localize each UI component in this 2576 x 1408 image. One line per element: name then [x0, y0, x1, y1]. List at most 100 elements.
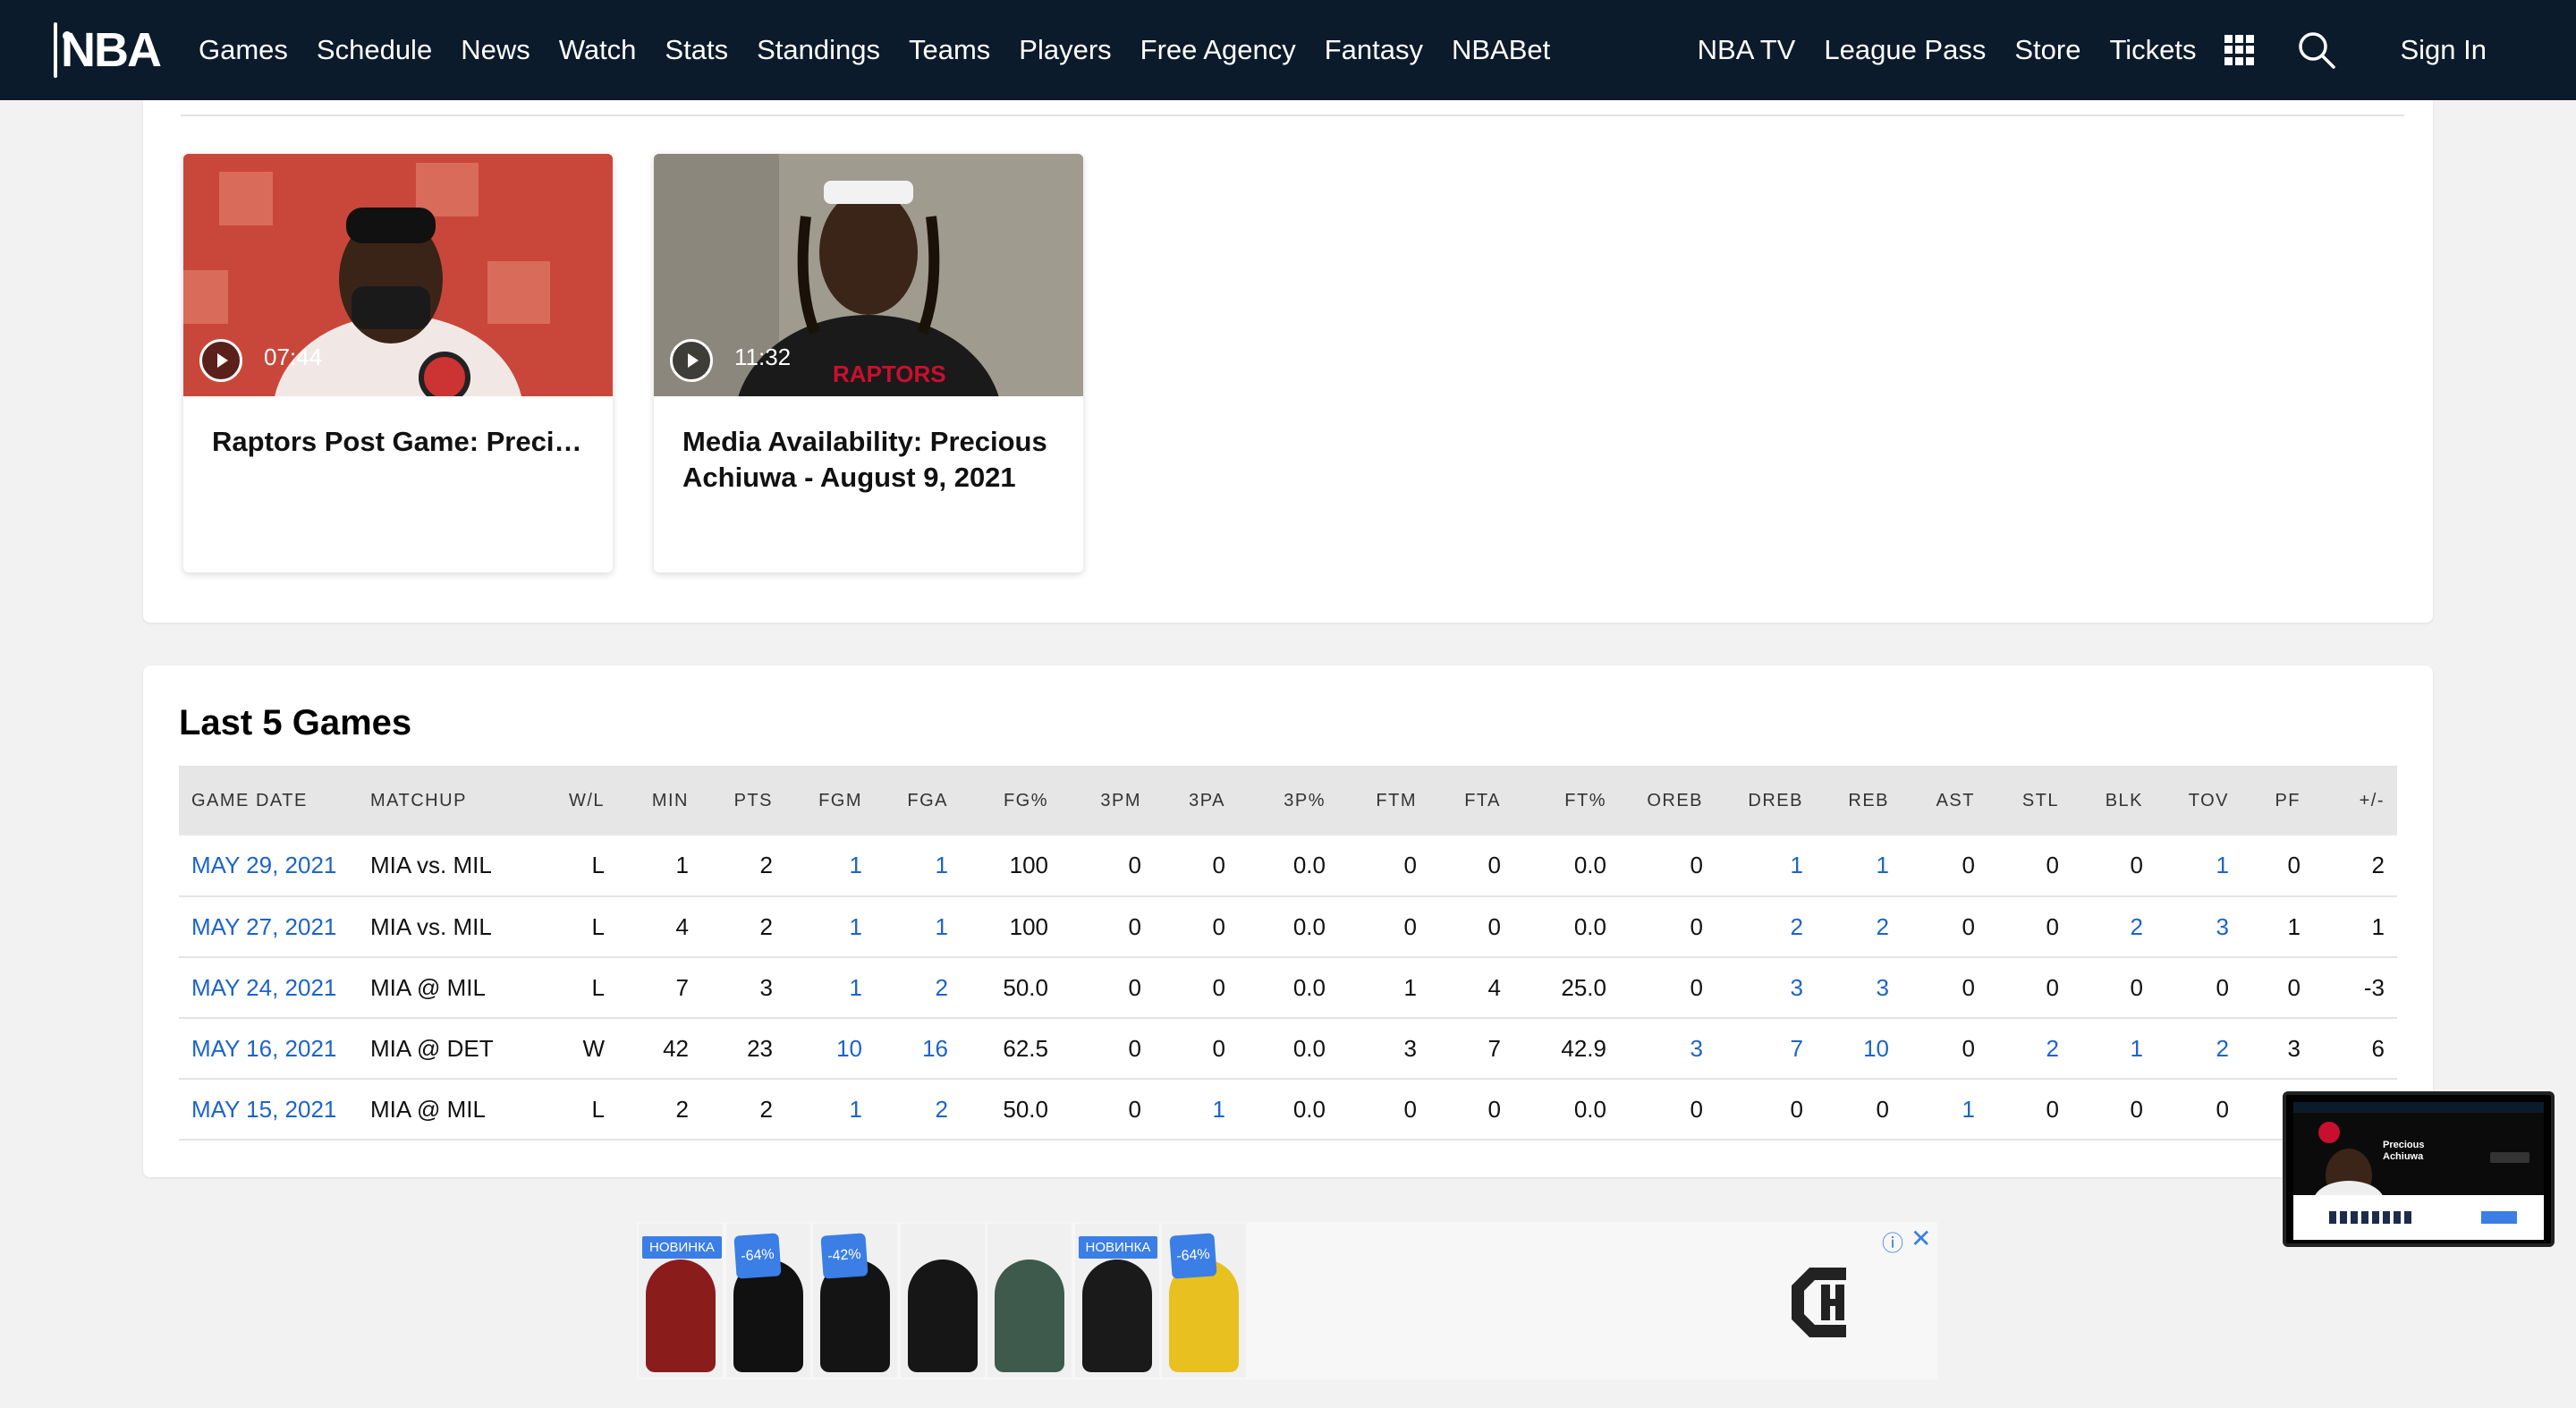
nav-tickets[interactable]: Tickets — [2109, 34, 2196, 66]
column-header[interactable]: AST — [1902, 766, 1987, 835]
game-date-link[interactable]: MAY 16, 2021 — [179, 1018, 358, 1080]
stat-cell[interactable]: 1 — [875, 835, 961, 897]
stat-cell[interactable]: 16 — [875, 1018, 961, 1080]
game-date-link[interactable]: MAY 15, 2021 — [179, 1079, 358, 1141]
stat-cell[interactable]: 1 — [1902, 1079, 1987, 1141]
stat-cell[interactable]: 1 — [785, 896, 875, 958]
column-header[interactable]: FTA — [1429, 766, 1513, 835]
stat-cell[interactable]: 7 — [1716, 1018, 1816, 1080]
video-title[interactable]: Raptors Post Game: Precious Achiuwa - Au… — [212, 424, 588, 460]
column-header[interactable]: 3PA — [1154, 766, 1238, 835]
nav-store[interactable]: Store — [2014, 34, 2080, 66]
sign-in-link[interactable]: Sign In — [2400, 34, 2487, 66]
column-header[interactable]: FGA — [875, 766, 961, 835]
ad-product-item[interactable]: НОВИНКА — [1074, 1224, 1159, 1378]
stat-cell: 0 — [1154, 896, 1238, 958]
stat-cell[interactable]: 1 — [1154, 1079, 1238, 1141]
brand-logo-icon[interactable] — [1782, 1258, 1871, 1347]
column-header[interactable]: 3P% — [1238, 766, 1338, 835]
ad-info-icon[interactable]: ⓘ — [1882, 1226, 1903, 1257]
nba-logo[interactable]: NBA — [54, 21, 162, 79]
stat-cell[interactable]: 1 — [1816, 835, 1902, 897]
nav-standings[interactable]: Standings — [757, 34, 880, 66]
stat-cell[interactable]: 1 — [785, 1079, 875, 1141]
nav-news[interactable]: News — [461, 34, 530, 66]
column-header[interactable]: DREB — [1716, 766, 1816, 835]
stat-cell: 0 — [1338, 1079, 1429, 1141]
apps-grid-icon[interactable] — [2224, 35, 2255, 65]
stat-cell[interactable]: 3 — [2156, 896, 2241, 958]
nav-fantasy[interactable]: Fantasy — [1325, 34, 1423, 66]
stat-cell[interactable]: 2 — [875, 1079, 961, 1141]
column-header[interactable]: PTS — [701, 766, 785, 835]
stat-cell[interactable]: 1 — [875, 896, 961, 958]
video-thumbnail[interactable]: RAPTORS 11:32 — [654, 154, 1083, 396]
column-header[interactable]: FG% — [961, 766, 1061, 835]
nav-players[interactable]: Players — [1019, 34, 1111, 66]
stat-cell[interactable]: 2 — [2072, 896, 2156, 958]
stat-cell[interactable]: 2 — [1816, 896, 1902, 958]
ad-product-item[interactable] — [987, 1224, 1072, 1378]
video-thumbnail[interactable]: 07:44 — [183, 154, 613, 396]
column-header[interactable]: +/- — [2313, 766, 2397, 835]
video-card[interactable]: 07:44 Raptors Post Game: Precious Achiuw… — [183, 154, 613, 573]
stat-cell: 0.0 — [1238, 1018, 1338, 1080]
search-icon[interactable] — [2296, 30, 2337, 71]
nav-teams[interactable]: Teams — [909, 34, 990, 66]
column-header[interactable]: BLK — [2072, 766, 2156, 835]
column-header[interactable]: OREB — [1619, 766, 1716, 835]
stat-cell: 0.0 — [1513, 896, 1619, 958]
column-header[interactable]: FGM — [785, 766, 875, 835]
stat-cell[interactable]: 1 — [2156, 835, 2241, 897]
column-header[interactable]: TOV — [2156, 766, 2241, 835]
mini-video-player[interactable]: Precious Achiuwa — [2283, 1091, 2555, 1247]
nav-free-agency[interactable]: Free Agency — [1140, 34, 1296, 66]
stat-cell[interactable]: 1 — [1716, 835, 1816, 897]
play-icon[interactable] — [670, 339, 713, 382]
stat-cell[interactable]: 2 — [2156, 1018, 2241, 1080]
column-header[interactable]: PF — [2241, 766, 2313, 835]
stat-cell[interactable]: 1 — [2072, 1018, 2156, 1080]
play-icon[interactable] — [199, 339, 242, 382]
column-header[interactable]: FTM — [1338, 766, 1429, 835]
nav-games[interactable]: Games — [199, 34, 288, 66]
nav-watch[interactable]: Watch — [559, 34, 637, 66]
video-card[interactable]: RAPTORS 11:32 Media Availability: Precio… — [654, 154, 1083, 573]
matchup-cell: MIA vs. MIL — [358, 896, 555, 958]
video-title[interactable]: Media Availability: Precious Achiuwa - A… — [682, 424, 1058, 496]
game-date-link[interactable]: MAY 24, 2021 — [179, 957, 358, 1019]
stat-cell[interactable]: 3 — [1716, 957, 1816, 1019]
column-header[interactable]: FT% — [1513, 766, 1619, 835]
column-header[interactable]: MATCHUP — [358, 766, 555, 835]
ad-product-item[interactable]: -64% — [725, 1224, 810, 1378]
stat-cell[interactable]: 2 — [875, 957, 961, 1019]
column-header[interactable]: 3PM — [1061, 766, 1154, 835]
nav-nba-tv[interactable]: NBA TV — [1698, 34, 1796, 66]
nav-stats[interactable]: Stats — [665, 34, 728, 66]
stat-cell: 3 — [2241, 1018, 2313, 1080]
ad-product-item[interactable]: -42% — [813, 1224, 897, 1378]
ad-product-item[interactable]: НОВИНКА — [639, 1224, 723, 1378]
nav-league-pass[interactable]: League Pass — [1824, 34, 1986, 66]
game-date-link[interactable]: MAY 27, 2021 — [179, 896, 358, 958]
nav-schedule[interactable]: Schedule — [317, 34, 432, 66]
stat-cell[interactable]: 1 — [785, 957, 875, 1019]
ad-product-item[interactable] — [900, 1224, 985, 1378]
stat-cell[interactable]: 3 — [1619, 1018, 1716, 1080]
stat-cell[interactable]: 2 — [1987, 1018, 2072, 1080]
advertisement-banner[interactable]: НОВИНКА -64% -42% НОВИНКА -64% ⓘ ✕ — [637, 1222, 1937, 1379]
stat-cell[interactable]: 10 — [1816, 1018, 1902, 1080]
column-header[interactable]: REB — [1816, 766, 1902, 835]
stat-cell[interactable]: 10 — [785, 1018, 875, 1080]
game-date-link[interactable]: MAY 29, 2021 — [179, 835, 358, 897]
stat-cell[interactable]: 3 — [1816, 957, 1902, 1019]
ad-product-item[interactable]: -64% — [1162, 1224, 1246, 1378]
stat-cell[interactable]: 1 — [785, 835, 875, 897]
column-header[interactable]: W/L — [555, 766, 617, 835]
column-header[interactable]: GAME DATE — [179, 766, 358, 835]
column-header[interactable]: MIN — [617, 766, 701, 835]
nav-nbabet[interactable]: NBABet — [1452, 34, 1550, 66]
stat-cell[interactable]: 2 — [1716, 896, 1816, 958]
column-header[interactable]: STL — [1987, 766, 2072, 835]
ad-close-icon[interactable]: ✕ — [1911, 1224, 1931, 1253]
